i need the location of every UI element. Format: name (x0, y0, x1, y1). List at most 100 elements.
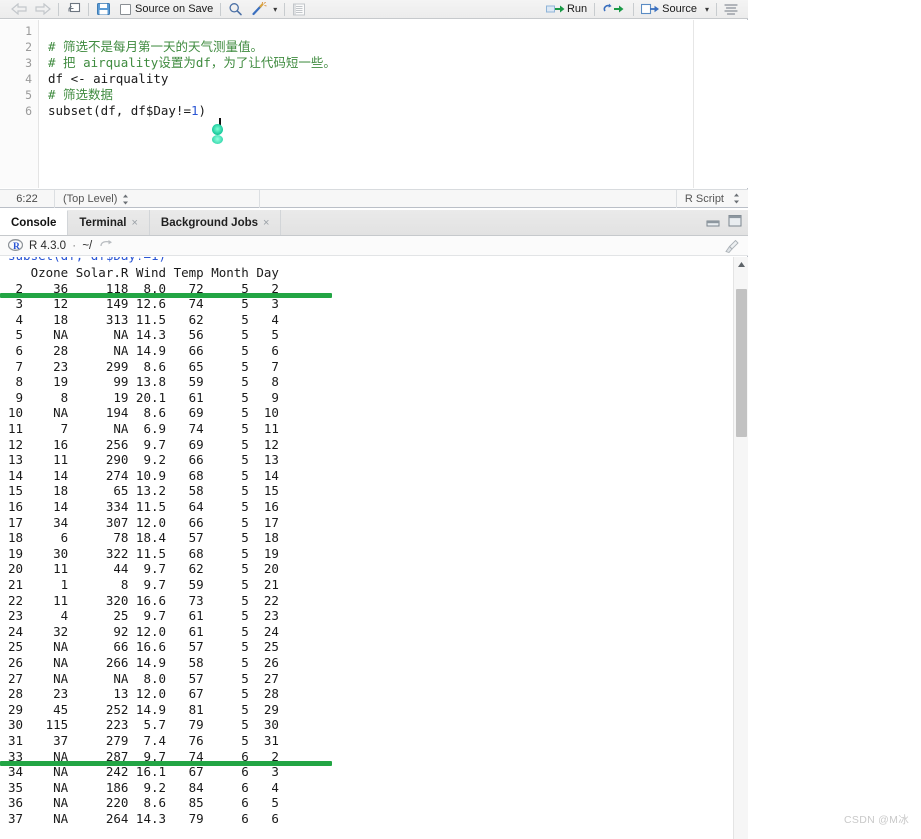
scope-chevron-icon (122, 193, 129, 205)
rstudio-window: Source on Save ▾ Run Source ▾ 1 2 3 4 5 … (0, 0, 921, 839)
source-dropdown-caret[interactable]: ▾ (703, 1, 711, 18)
console-output[interactable]: subset(df, df$Day!=1) Ozone Solar.R Wind… (0, 257, 733, 839)
toolbar-divider-5 (594, 2, 596, 16)
codetools-dropdown-caret[interactable]: ▾ (271, 1, 279, 18)
console-table-row: 15 18 65 13.2 58 5 15 (8, 483, 279, 499)
console-table-row: 26 NA 266 14.9 58 5 26 (8, 655, 279, 670)
source-button[interactable]: Source (639, 1, 699, 18)
run-label: Run (566, 3, 588, 15)
code-line[interactable]: # 筛选数据 (48, 87, 113, 103)
console-tab-bar: Console Terminal × Background Jobs × (0, 210, 748, 236)
run-button[interactable]: Run (544, 1, 589, 18)
highlight-row-33 (0, 760, 332, 766)
source-editor-pane: Source on Save ▾ Run Source ▾ 1 2 3 4 5 … (0, 0, 748, 208)
console-tabbar-filler (281, 210, 748, 235)
source-on-save-label: Source on Save (135, 3, 214, 15)
console-tab-console[interactable]: Console (0, 210, 69, 235)
console-table-row: 6 28 NA 14.9 66 5 6 (8, 343, 279, 358)
r-logo-icon: R (7, 239, 24, 252)
editor-body[interactable]: 1 2 3 4 5 6 # 筛选不是每月第一天的天气测量值。 # 把 airquality设… (0, 20, 748, 188)
working-directory[interactable]: ~/ (82, 240, 92, 252)
highlight-row-2 (0, 292, 332, 298)
console-table-row: 28 23 13 12.0 67 5 28 (8, 686, 279, 702)
tab-label: Console (11, 217, 57, 229)
console-table-row: 3 12 149 12.6 74 5 3 (8, 296, 279, 312)
editor-gutter: 1 2 3 4 5 6 (0, 20, 39, 188)
gutter-line-number: 3 (25, 56, 32, 70)
console-table-row: 4 18 313 11.5 62 5 4 (8, 311, 279, 327)
toolbar-divider-4 (284, 2, 286, 16)
console-table-row: 21 1 8 9.7 59 5 21 (8, 577, 279, 592)
scope-selector[interactable]: (Top Level) (55, 189, 260, 208)
show-in-new-window-icon[interactable] (64, 1, 83, 18)
gutter-line-number: 2 (25, 40, 32, 54)
console-table-row: 31 37 279 7.4 76 5 31 (8, 733, 279, 748)
cursor-indicator-dot-secondary (212, 135, 223, 144)
console-table-row: 22 11 320 16.6 73 5 22 (8, 592, 279, 608)
toolbar-divider-6 (633, 2, 635, 16)
console-table-row: 30 115 223 5.7 79 5 30 (8, 717, 279, 733)
file-type-selector[interactable]: R Script (675, 189, 748, 208)
toolbar-divider-2 (88, 2, 89, 16)
console-table-row: 35 NA 186 9.2 84 6 4 (8, 779, 279, 795)
console-table-row: 29 45 252 14.9 81 5 29 (8, 701, 279, 717)
editor-margin-line (693, 20, 694, 188)
console-table-row: 23 4 25 9.7 61 5 23 (8, 608, 279, 624)
rerun-icon[interactable] (600, 1, 628, 18)
back-arrow-icon[interactable] (9, 1, 30, 18)
console-pane: Console Terminal × Background Jobs × R R… (0, 210, 748, 839)
magic-wand-icon[interactable] (249, 1, 269, 18)
gutter-line-number: 1 (25, 24, 32, 38)
watermark: CSDN @M冰 (844, 814, 909, 826)
code-line[interactable]: subset(df, df$Day!=1) (48, 103, 206, 119)
console-table-row: 18 6 78 18.4 57 5 18 (8, 530, 279, 546)
maximize-panel-icon[interactable] (727, 214, 743, 233)
code-token-comment: # 筛选不是每月第一天的天气测量值。 (48, 39, 264, 54)
console-body[interactable]: subset(df, df$Day!=1) Ozone Solar.R Wind… (0, 257, 748, 839)
console-table-row: 19 30 322 11.5 68 5 19 (8, 545, 279, 561)
forward-arrow-icon[interactable] (32, 1, 53, 18)
minimize-panel-icon[interactable] (705, 214, 721, 233)
file-type-chevron-icon (733, 193, 740, 204)
code-line[interactable]: # 把 airquality设置为df，为了让代码短一些。 (48, 55, 336, 71)
scrollbar-thumb[interactable] (736, 289, 747, 437)
tab-close-icon[interactable]: × (131, 217, 137, 229)
editor-status-bar: 6:22 (Top Level) R Script (0, 189, 748, 208)
console-scrollbar[interactable] (733, 257, 748, 839)
console-table-row: 20 11 44 9.7 62 5 20 (8, 561, 279, 577)
save-icon[interactable] (94, 1, 113, 18)
code-token-comment: # 把 airquality设置为df，为了让代码短一些。 (48, 55, 336, 70)
cursor-indicator-dot (212, 124, 223, 135)
code-token-plain: df <- airquality (48, 71, 169, 86)
console-sub-bar: R R 4.3.0 · ~/ (0, 236, 748, 256)
code-token-number: 1 (191, 103, 199, 118)
console-tab-terminal[interactable]: Terminal × (68, 210, 150, 235)
source-on-save-toggle[interactable]: Source on Save (118, 1, 215, 18)
gutter-line-number: 5 (25, 88, 32, 102)
gutter-line-number: 6 (25, 104, 32, 118)
document-outline-icon[interactable] (290, 1, 308, 18)
gutter-line-number: 4 (25, 72, 32, 86)
console-table-row: 36 NA 220 8.6 85 6 5 (8, 795, 279, 811)
code-line[interactable]: # 筛选不是每月第一天的天气测量值。 (48, 39, 263, 55)
console-table-row: 14 14 274 10.9 68 5 14 (8, 467, 279, 483)
broom-clear-console-icon[interactable] (724, 239, 740, 259)
find-replace-icon[interactable] (226, 1, 245, 18)
source-on-save-checkbox[interactable] (120, 3, 131, 15)
path-separator: · (72, 239, 77, 252)
right-blank-area: CSDN @M冰 (749, 0, 921, 839)
tab-label: Terminal (79, 216, 127, 229)
console-table-row: 7 23 299 8.6 65 5 7 (8, 358, 279, 374)
expand-path-icon[interactable] (100, 237, 114, 255)
scrollbar-up-arrow-icon[interactable] (734, 257, 748, 272)
console-version-path: R 4.3.0 · ~/ (29, 240, 92, 252)
editor-menu-icon[interactable] (722, 1, 740, 18)
toolbar-divider-3 (220, 2, 222, 16)
editor-code-area[interactable]: # 筛选不是每月第一天的天气测量值。 # 把 airquality设置为df，为了… (48, 20, 748, 188)
code-line[interactable]: df <- airquality (48, 71, 168, 87)
console-table-row: 11 7 NA 6.9 74 5 11 (8, 421, 279, 436)
console-tab-background-jobs[interactable]: Background Jobs × (149, 210, 282, 235)
tab-close-icon[interactable]: × (263, 217, 269, 229)
code-token-plain: ) (198, 103, 207, 118)
toolbar-divider-7 (716, 2, 717, 16)
